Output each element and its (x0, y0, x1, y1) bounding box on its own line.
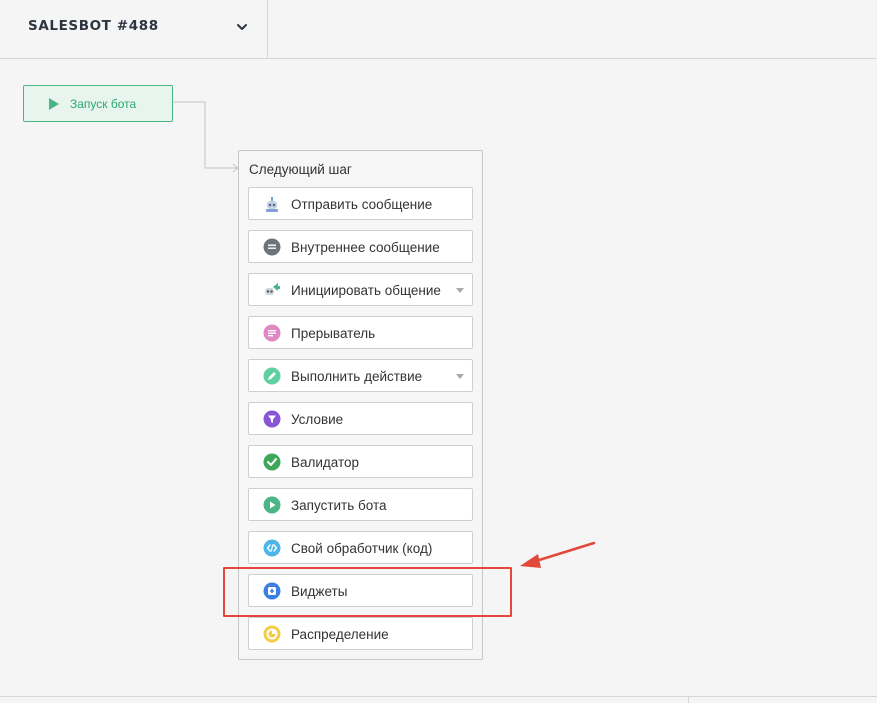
code-icon (263, 539, 281, 557)
dropdown-caret-icon[interactable] (456, 374, 464, 379)
start-bot-label: Запуск бота (70, 97, 137, 111)
pencil-icon (263, 367, 281, 385)
step-label: Внутреннее сообщение (291, 240, 440, 255)
play-circle-icon (263, 496, 281, 514)
step-label: Валидатор (291, 455, 360, 470)
step-label: Выполнить действие (291, 369, 423, 384)
next-step-panel: Следующий шаг Отправить сообщение Внутре… (238, 150, 483, 660)
panel-title: Следующий шаг (249, 162, 352, 177)
step-label: Распределение (291, 627, 389, 642)
step-condition[interactable]: Условие (248, 402, 473, 435)
step-widgets[interactable]: Виджеты (248, 574, 473, 607)
step-perform-action[interactable]: Выполнить действие (248, 359, 473, 392)
step-label: Свой обработчик (код) (291, 541, 433, 556)
robot-initiate-icon (265, 283, 280, 295)
step-label: Прерыватель (291, 326, 376, 341)
step-label: Отправить сообщение (291, 197, 433, 212)
step-initiate-chat[interactable]: Инициировать общение (248, 273, 473, 306)
footer-bar (0, 696, 877, 703)
step-custom-handler[interactable]: Свой обработчик (код) (248, 531, 473, 564)
step-label: Инициировать общение (291, 283, 441, 298)
checkmark-icon (263, 453, 281, 471)
footer-divider (688, 697, 689, 703)
step-validator[interactable]: Валидатор (248, 445, 473, 478)
step-breaker[interactable]: Прерыватель (248, 316, 473, 349)
step-run-bot[interactable]: Запустить бота (248, 488, 473, 521)
step-label: Виджеты (291, 584, 348, 599)
distribution-icon (263, 625, 281, 643)
step-label: Запустить бота (291, 498, 387, 513)
step-label: Условие (291, 412, 344, 427)
robot-message-icon (266, 197, 278, 212)
funnel-icon (263, 410, 281, 428)
chat-bubble-icon (263, 238, 281, 256)
step-internal-message[interactable]: Внутреннее сообщение (248, 230, 473, 263)
breaker-message-icon (263, 324, 281, 342)
play-icon (49, 98, 59, 110)
widget-plus-icon (263, 582, 281, 600)
start-bot-node[interactable]: Запуск бота (23, 85, 173, 122)
step-distribution[interactable]: Распределение (248, 617, 473, 650)
dropdown-caret-icon[interactable] (456, 288, 464, 293)
step-send-message[interactable]: Отправить сообщение (248, 187, 473, 220)
